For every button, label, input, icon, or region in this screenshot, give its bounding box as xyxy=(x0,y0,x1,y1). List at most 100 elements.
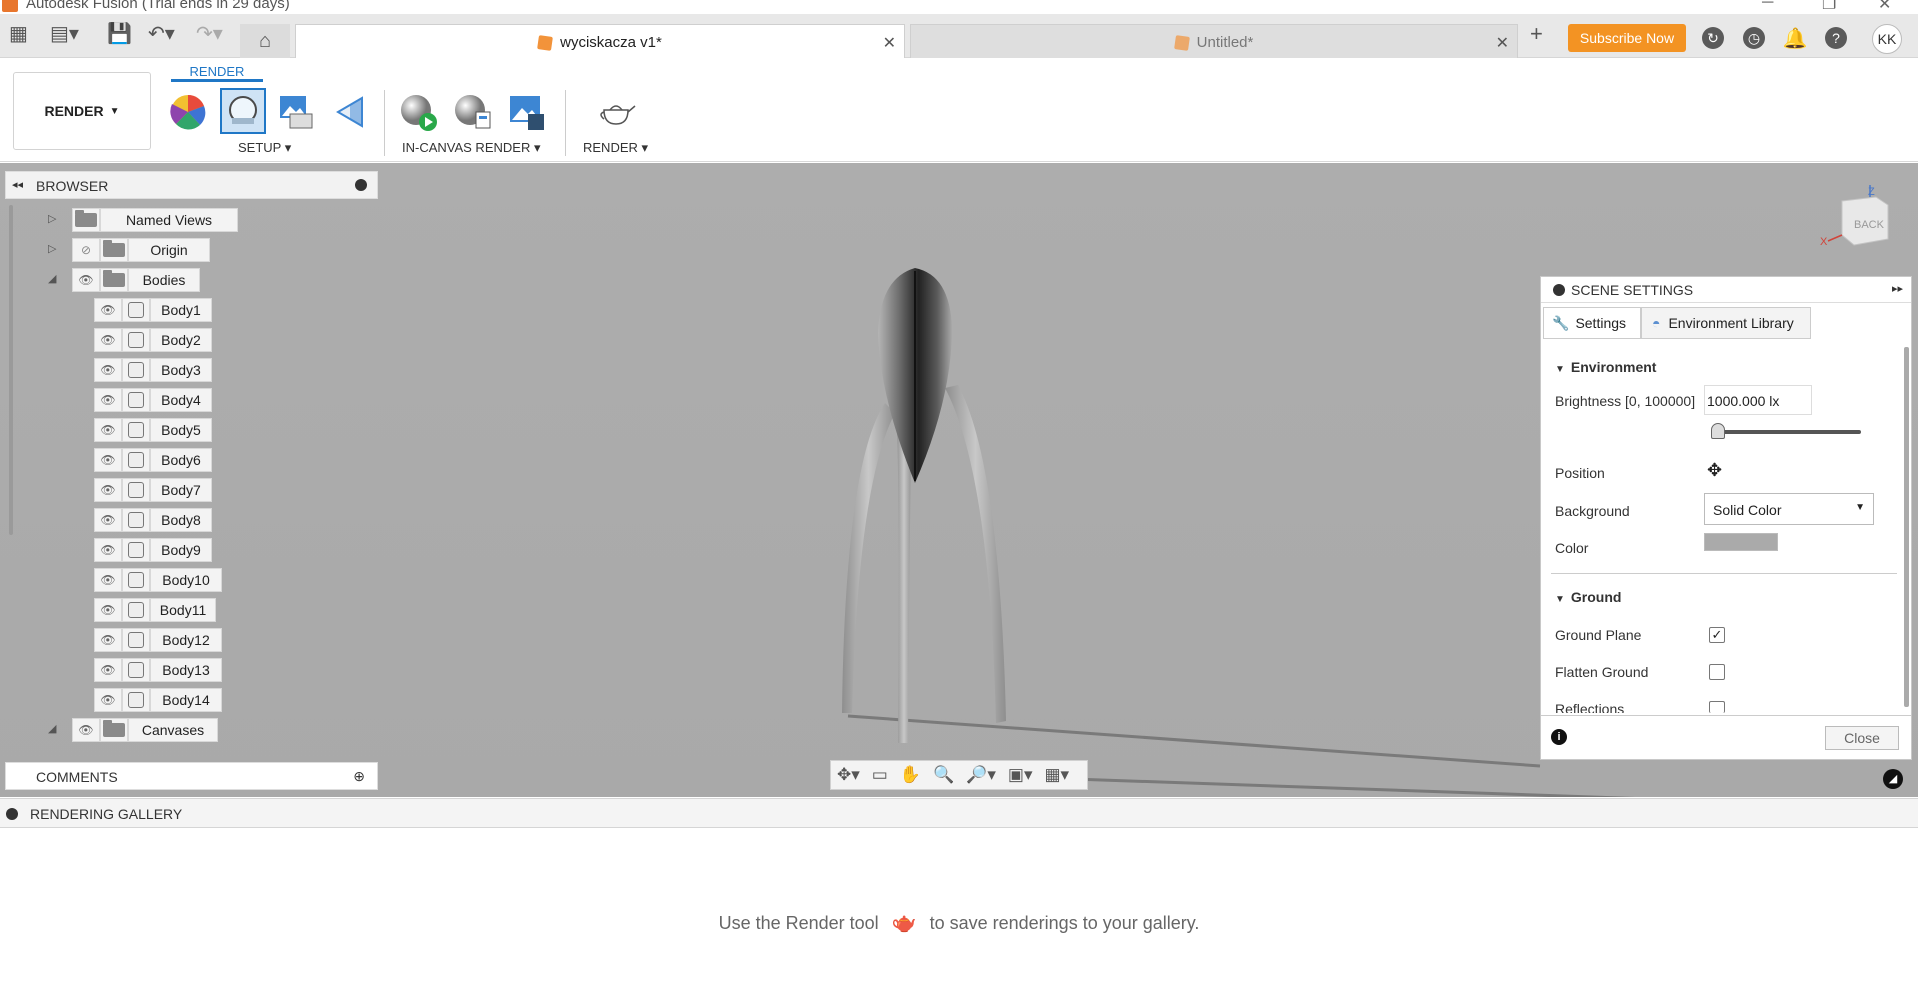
minimize-panel-icon[interactable] xyxy=(1553,284,1565,296)
eye-icon[interactable]: 👁 xyxy=(94,448,122,472)
restore-icon[interactable]: ❐ xyxy=(1822,0,1836,14)
zoom-icon[interactable]: 🔍 xyxy=(933,765,954,785)
tab-environment-library[interactable]: ◓ Environment Library xyxy=(1641,307,1811,339)
appearance-icon[interactable] xyxy=(168,92,208,132)
browser-item-origin[interactable]: ⊘ Origin xyxy=(72,238,210,262)
eye-icon[interactable]: 👁 xyxy=(94,658,122,682)
expand-icon[interactable]: ▷ xyxy=(48,242,56,255)
feedback-icon[interactable]: ◢ xyxy=(1883,769,1903,789)
browser-item-body[interactable]: 👁 Body7 xyxy=(94,478,212,502)
eye-icon[interactable]: 👁 xyxy=(94,508,122,532)
subscribe-button[interactable]: Subscribe Now xyxy=(1568,24,1686,52)
brightness-slider-thumb[interactable] xyxy=(1711,423,1725,439)
setup-group-label[interactable]: SETUP ▾ xyxy=(238,140,291,156)
brightness-input[interactable]: 1000.000 lx xyxy=(1704,385,1812,415)
display-settings-icon[interactable]: ▣▾ xyxy=(1008,765,1033,785)
collapse-icon[interactable]: ◢ xyxy=(48,722,56,735)
tab-wyciskacza[interactable]: wyciskacza v1* ✕ xyxy=(295,24,905,60)
eye-icon[interactable]: 👁 xyxy=(72,268,100,292)
pin-icon[interactable] xyxy=(355,179,367,191)
decal-icon[interactable] xyxy=(332,92,372,132)
browser-item-body[interactable]: 👁 Body6 xyxy=(94,448,212,472)
home-icon[interactable]: ⌂ xyxy=(240,24,290,58)
browser-item-body[interactable]: 👁 Body2 xyxy=(94,328,212,352)
browser-item-body[interactable]: 👁 Body1 xyxy=(94,298,212,322)
scene-settings-button[interactable] xyxy=(220,88,266,134)
browser-item-body[interactable]: 👁 Body4 xyxy=(94,388,212,412)
ground-plane-checkbox[interactable]: ✓ xyxy=(1709,627,1725,643)
undo-icon[interactable]: ↶▾ xyxy=(148,24,175,44)
rendering-gallery-header[interactable]: RENDERING GALLERY xyxy=(0,798,1918,828)
collapse-icon[interactable]: ◢ xyxy=(48,272,56,285)
minimize-icon[interactable]: ─ xyxy=(1762,0,1773,12)
tab-settings[interactable]: 🔧 Settings xyxy=(1543,307,1641,339)
redo-icon[interactable]: ↷▾ xyxy=(196,24,223,44)
collapse-panel-icon[interactable]: ◂◂ xyxy=(12,178,23,191)
reflections-checkbox[interactable] xyxy=(1709,701,1725,713)
capture-image-icon[interactable] xyxy=(506,92,546,132)
eye-icon[interactable]: 👁 xyxy=(94,568,122,592)
eye-icon[interactable]: 👁 xyxy=(94,298,122,322)
eye-icon[interactable]: 👁 xyxy=(94,358,122,382)
render-teapot-icon[interactable] xyxy=(596,92,636,132)
new-tab-icon[interactable]: + xyxy=(1530,23,1543,45)
browser-scrollbar[interactable] xyxy=(9,205,13,535)
browser-item-body[interactable]: 👁 Body5 xyxy=(94,418,212,442)
notifications-icon[interactable]: 🔔 xyxy=(1783,27,1808,50)
section-environment[interactable]: ▼ Environment xyxy=(1555,359,1656,375)
avatar[interactable]: KK xyxy=(1872,24,1902,54)
browser-item-canvases[interactable]: 👁 Canvases xyxy=(72,718,218,742)
eye-icon[interactable]: 👁 xyxy=(94,538,122,562)
browser-item-body[interactable]: 👁 Body11 xyxy=(94,598,216,622)
expand-panel-icon[interactable]: ▸▸ xyxy=(1892,282,1903,295)
add-comment-icon[interactable]: ⊕ xyxy=(353,768,365,785)
eye-icon[interactable]: 👁 xyxy=(94,478,122,502)
collapse-gallery-icon[interactable] xyxy=(6,808,18,820)
orbit-icon[interactable]: ✥▾ xyxy=(837,765,860,785)
eye-icon[interactable]: 👁 xyxy=(94,628,122,652)
save-icon[interactable]: 💾 xyxy=(107,24,132,44)
brightness-slider-track[interactable] xyxy=(1711,430,1861,434)
eye-icon[interactable]: 👁 xyxy=(94,598,122,622)
tab-render[interactable]: RENDER xyxy=(171,64,263,82)
browser-panel-header[interactable]: ◂◂ BROWSER xyxy=(5,171,378,199)
eye-icon[interactable]: 👁 xyxy=(94,418,122,442)
close-window-icon[interactable]: ✕ xyxy=(1878,0,1891,14)
browser-item-body[interactable]: 👁 Body14 xyxy=(94,688,222,712)
browser-item-bodies[interactable]: 👁 Bodies xyxy=(72,268,200,292)
expand-icon[interactable]: ▷ xyxy=(48,212,56,225)
grid-settings-icon[interactable]: ▦▾ xyxy=(1045,765,1070,785)
background-select[interactable]: Solid Color ▼ xyxy=(1704,493,1874,525)
hidden-eye-icon[interactable]: ⊘ xyxy=(72,238,100,262)
close-button[interactable]: Close xyxy=(1825,726,1899,750)
job-status-icon[interactable]: ◷ xyxy=(1743,27,1765,49)
workspace-switcher[interactable]: RENDER ▼ xyxy=(13,72,151,150)
tab-untitled[interactable]: Untitled* ✕ xyxy=(910,24,1518,60)
render-group-label[interactable]: RENDER ▾ xyxy=(583,140,648,156)
sync-icon[interactable]: ↻ xyxy=(1702,27,1724,49)
browser-item-body[interactable]: 👁 Body12 xyxy=(94,628,222,652)
browser-item-named-views[interactable]: Named Views xyxy=(72,208,238,232)
eye-icon[interactable]: 👁 xyxy=(72,718,100,742)
help-icon[interactable]: ? xyxy=(1825,27,1847,49)
browser-item-body[interactable]: 👁 Body9 xyxy=(94,538,212,562)
panel-scrollbar[interactable] xyxy=(1904,347,1909,707)
comments-panel-header[interactable]: COMMENTS ⊕ xyxy=(5,762,378,790)
look-at-icon[interactable]: ▭ xyxy=(872,765,888,785)
close-tab-icon[interactable]: ✕ xyxy=(883,33,896,53)
in-canvas-settings-icon[interactable] xyxy=(452,92,492,132)
move-icon[interactable]: ✥ xyxy=(1707,460,1722,481)
in-canvas-render-icon[interactable] xyxy=(398,92,438,132)
pan-hand-icon[interactable]: ✋ xyxy=(900,765,921,785)
scene-settings-header[interactable]: SCENE SETTINGS ▸▸ xyxy=(1541,277,1911,303)
eye-icon[interactable]: 👁 xyxy=(94,328,122,352)
browser-item-body[interactable]: 👁 Body13 xyxy=(94,658,222,682)
section-ground[interactable]: ▼ Ground xyxy=(1555,589,1621,605)
in-canvas-render-group-label[interactable]: IN-CANVAS RENDER ▾ xyxy=(402,140,540,156)
zoom-window-icon[interactable]: 🔎▾ xyxy=(966,765,996,785)
viewcube[interactable]: BACK Z X xyxy=(1818,183,1900,255)
eye-icon[interactable]: 👁 xyxy=(94,388,122,412)
flatten-ground-checkbox[interactable] xyxy=(1709,664,1725,680)
browser-item-body[interactable]: 👁 Body3 xyxy=(94,358,212,382)
browser-item-body[interactable]: 👁 Body10 xyxy=(94,568,222,592)
